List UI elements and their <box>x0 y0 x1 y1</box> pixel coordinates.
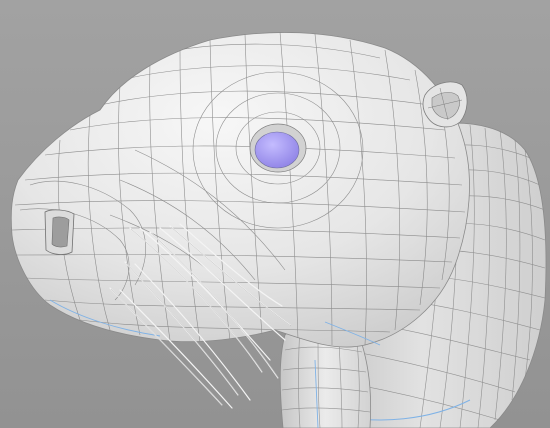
3d-viewport[interactable] <box>0 0 550 428</box>
otter-model-render <box>0 0 550 428</box>
eye <box>249 123 307 173</box>
nostril <box>44 209 75 255</box>
